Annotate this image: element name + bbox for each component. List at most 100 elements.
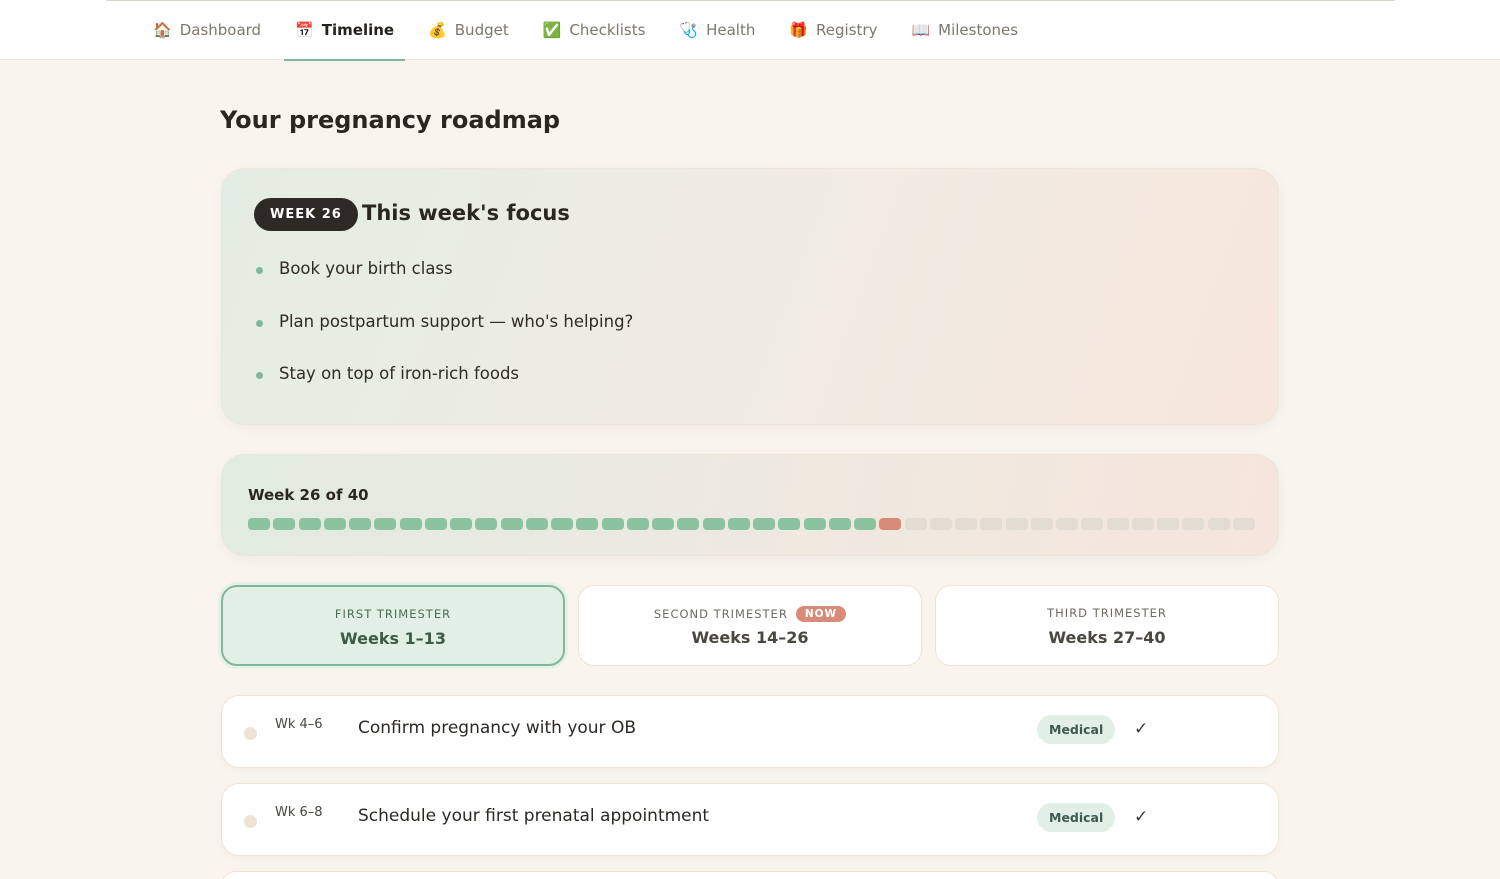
- tab-health[interactable]: 🩺 Health: [662, 0, 772, 60]
- week-segment: [778, 518, 801, 530]
- checkmark-icon[interactable]: ✓: [1134, 807, 1148, 827]
- open-book-icon: 📖: [911, 20, 931, 39]
- top-navigation: 🏠 Dashboard 📅 Timeline 💰 Budget ✅ Checkl…: [0, 0, 1500, 61]
- task-row[interactable]: Wk 6–8 Schedule your first prenatal appo…: [221, 783, 1279, 856]
- tab-registry[interactable]: 🎁 Registry: [772, 0, 894, 60]
- category-tag: Medical: [1037, 803, 1116, 832]
- week-segment: [1106, 518, 1129, 530]
- stethoscope-icon: 🩺: [679, 20, 699, 39]
- progress-label: Week 26 of 40: [248, 486, 369, 504]
- bullet-dot-icon: [256, 267, 263, 274]
- page-title: Your pregnancy roadmap: [220, 106, 561, 134]
- category-tag: Medical: [1037, 715, 1116, 744]
- week-segment: [904, 518, 927, 530]
- week-segment: [753, 518, 775, 530]
- checkmark-box-icon: ✅: [542, 20, 562, 39]
- week-segment: [702, 518, 725, 530]
- tab-third-trimester[interactable]: THIRD TRIMESTER Weeks 27–40: [935, 585, 1279, 666]
- week-badge: WEEK 26: [254, 198, 358, 231]
- task-title: Confirm pregnancy with your OB: [358, 718, 636, 738]
- week-segment: [298, 518, 321, 530]
- focus-item-text: Book your birth class: [279, 259, 453, 278]
- week-segment: [273, 518, 296, 530]
- checkmark-icon[interactable]: ✓: [1134, 719, 1148, 739]
- trimester-weeks: Weeks 27–40: [1048, 628, 1166, 647]
- week-segment: [1030, 518, 1053, 530]
- week-segment: [500, 518, 523, 530]
- week-segment: [1081, 518, 1104, 530]
- focus-list: Book your birth class Plan postpartum su…: [254, 257, 633, 415]
- week-segment: [1232, 518, 1255, 530]
- weekly-focus-card: WEEK 26 This week's focus Book your birt…: [221, 168, 1279, 425]
- week-segment: [1056, 518, 1078, 530]
- week-segment: [1131, 518, 1154, 530]
- tab-label: Registry: [816, 21, 878, 39]
- trimester-name: SECOND TRIMESTER: [653, 607, 788, 621]
- week-segment: [374, 518, 397, 530]
- week-segment: [399, 518, 422, 530]
- trimester-weeks: Weeks 1–13: [340, 629, 446, 648]
- focus-item: Stay on top of iron-rich foods: [254, 362, 633, 415]
- week-segment: [727, 518, 750, 530]
- trimester-name: FIRST TRIMESTER: [334, 607, 452, 621]
- week-segment: [980, 518, 1003, 530]
- week-segment: [424, 518, 447, 530]
- trimester-name: THIRD TRIMESTER: [1047, 606, 1167, 620]
- tab-budget[interactable]: 💰 Budget: [411, 0, 526, 60]
- week-segment: [828, 518, 851, 530]
- now-badge: NOW: [795, 606, 847, 622]
- week-segment: [677, 518, 700, 530]
- focus-item-text: Stay on top of iron-rich foods: [279, 364, 520, 383]
- tab-second-trimester[interactable]: SECOND TRIMESTER NOW Weeks 14–26: [578, 585, 922, 666]
- week-progress-card: Week 26 of 40: [221, 454, 1279, 556]
- week-segment: [1005, 518, 1028, 530]
- task-status-toggle[interactable]: [244, 815, 257, 828]
- calendar-icon: 📅: [295, 20, 314, 39]
- focus-item: Book your birth class: [254, 257, 633, 310]
- task-row[interactable]: [221, 871, 1279, 879]
- week-segment: [1157, 518, 1179, 530]
- tab-label: Health: [706, 21, 756, 39]
- task-weeks: Wk 6–8: [275, 805, 323, 820]
- tab-checklists[interactable]: ✅ Checklists: [526, 0, 663, 60]
- week-segment: [475, 518, 498, 530]
- week-segment: [955, 518, 977, 530]
- week-segment: [601, 518, 624, 530]
- week-segment: [576, 518, 599, 530]
- home-icon: 🏠: [153, 20, 172, 39]
- week-segment: [450, 518, 472, 530]
- week-segment: [854, 518, 876, 530]
- week-segment: [652, 518, 674, 530]
- week-segment: [323, 518, 346, 530]
- week-segment: [929, 518, 952, 530]
- task-weeks: Wk 4–6: [275, 717, 323, 732]
- week-segment: [626, 518, 649, 530]
- tab-milestones[interactable]: 📖 Milestones: [894, 0, 1035, 60]
- bullet-dot-icon: [256, 319, 263, 327]
- focus-title: This week's focus: [362, 201, 570, 225]
- tab-dashboard[interactable]: 🏠 Dashboard: [136, 0, 278, 60]
- tab-first-trimester[interactable]: FIRST TRIMESTER Weeks 1–13: [221, 585, 565, 666]
- bullet-dot-icon: [256, 372, 263, 379]
- tab-label: Budget: [454, 21, 509, 39]
- week-segment: [803, 518, 826, 530]
- tab-label: Checklists: [569, 21, 646, 39]
- trimester-weeks: Weeks 14–26: [691, 628, 809, 647]
- week-segment: [551, 518, 573, 530]
- week-segment: [525, 518, 548, 530]
- tab-label: Timeline: [321, 21, 395, 39]
- focus-item: Plan postpartum support — who's helping?: [254, 310, 633, 363]
- tab-label: Milestones: [938, 21, 1019, 39]
- tab-timeline[interactable]: 📅 Timeline: [278, 0, 411, 61]
- week-segment: [1182, 518, 1205, 530]
- focus-item-text: Plan postpartum support — who's helping?: [279, 311, 634, 331]
- week-segment: [248, 518, 270, 530]
- nav-tabs: 🏠 Dashboard 📅 Timeline 💰 Budget ✅ Checkl…: [136, 0, 1035, 61]
- task-row[interactable]: Wk 4–6 Confirm pregnancy with your OB Me…: [221, 695, 1279, 768]
- task-status-toggle[interactable]: [244, 727, 257, 740]
- week-segment: [349, 518, 371, 530]
- week-segment: [1207, 518, 1230, 530]
- money-bag-icon: 💰: [428, 20, 447, 39]
- task-title: Schedule your first prenatal appointment: [358, 806, 710, 826]
- week-segment: [879, 518, 902, 530]
